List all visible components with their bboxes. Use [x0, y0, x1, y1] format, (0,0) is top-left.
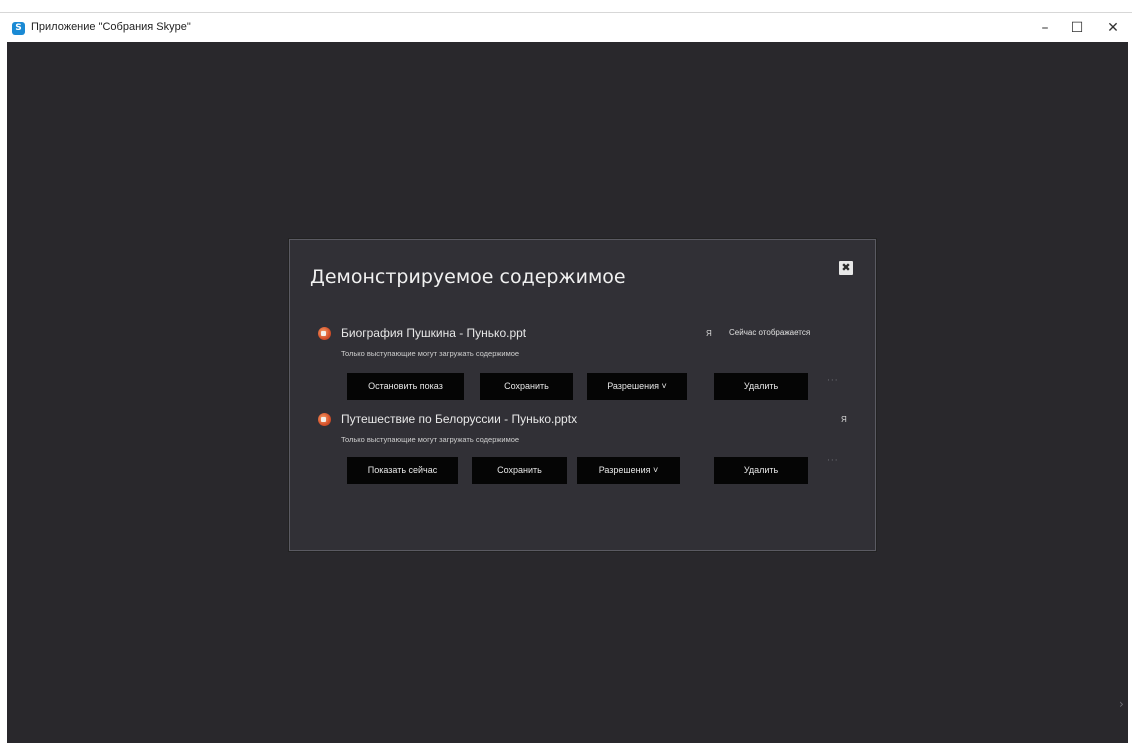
- content-item-permission-note: Только выступающие могут загружать содер…: [341, 349, 520, 358]
- maximize-button[interactable]: ☐: [1062, 17, 1092, 39]
- save-button[interactable]: Сохранить: [480, 373, 573, 400]
- content-item-permission-note: Только выступающие могут загружать содер…: [341, 435, 520, 444]
- stop-presenting-button[interactable]: Остановить показ: [347, 373, 464, 400]
- permissions-dropdown[interactable]: Разрешения ˅: [587, 373, 687, 400]
- presented-content-dialog: Демонстрируемое содержимое ✖ Биография П…: [289, 239, 876, 551]
- content-item-name: Биография Пушкина - Пунько.ppt: [341, 326, 527, 340]
- content-item-status: Сейчас отображается: [729, 328, 811, 337]
- minimize-button[interactable]: –: [1030, 17, 1060, 39]
- delete-button[interactable]: Удалить: [714, 457, 808, 484]
- close-icon[interactable]: ✖: [839, 261, 853, 275]
- save-button[interactable]: Сохранить: [472, 457, 567, 484]
- more-options-icon[interactable]: ···: [827, 456, 839, 466]
- window-title: Приложение "Собрания Skype": [31, 21, 191, 33]
- dialog-title: Демонстрируемое содержимое: [310, 266, 626, 288]
- more-options-icon[interactable]: ···: [827, 376, 839, 386]
- skype-meeting-window: S Приложение "Собрания Skype" – ☐ ✕ Демо…: [0, 0, 1132, 743]
- present-now-button[interactable]: Показать сейчас: [347, 457, 458, 484]
- title-bar: S Приложение "Собрания Skype" – ☐ ✕: [0, 12, 1132, 43]
- powerpoint-icon: [318, 327, 331, 340]
- permissions-dropdown[interactable]: Разрешения ˅: [577, 457, 680, 484]
- skype-icon: S: [12, 22, 25, 35]
- chevron-right-icon: ›: [1119, 697, 1124, 711]
- content-item-owner: Я: [706, 329, 712, 338]
- content-item-name: Путешествие по Белоруссии - Пунько.pptx: [341, 412, 578, 426]
- close-window-button[interactable]: ✕: [1098, 17, 1128, 39]
- powerpoint-icon: [318, 413, 331, 426]
- content-item-owner: Я: [841, 415, 847, 424]
- delete-button[interactable]: Удалить: [714, 373, 808, 400]
